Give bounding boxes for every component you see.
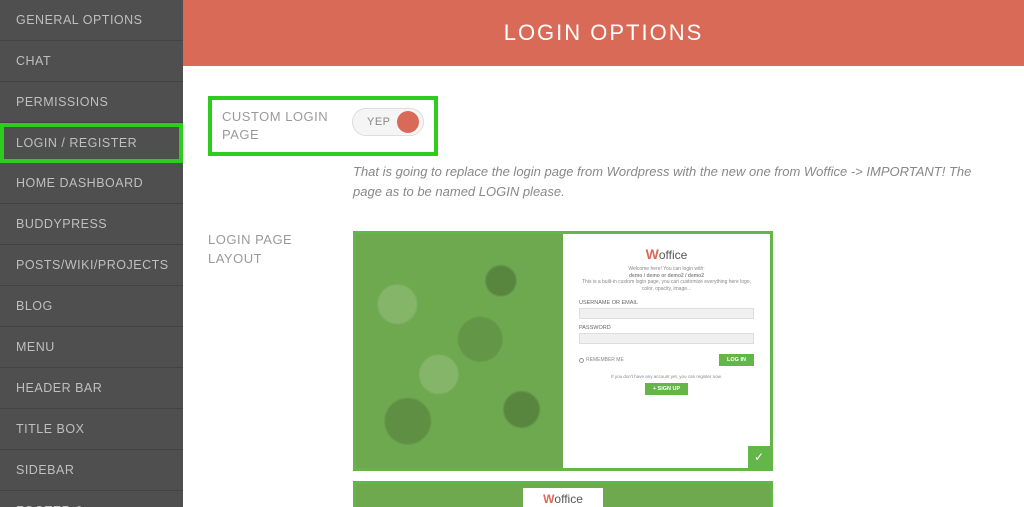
preview-welcome: Welcome here! You can login with: demo /… [579,266,754,292]
settings-sidebar: GENERAL OPTIONS CHAT PERMISSIONS LOGIN /… [0,0,183,507]
toggle-text: YEP [367,116,391,128]
woffice-logo-2: Woffice [543,492,583,506]
preview-login-button: LOG IN [719,354,754,366]
preview-remember: REMEMBER ME [579,357,624,363]
preview-username-input [579,308,754,319]
custom-login-description: That is going to replace the login page … [353,162,999,201]
layout-previews: Woffice Welcome here! You can login with… [353,231,773,507]
layout-option-row: LOGIN PAGE LAYOUT Woffice Welcome here! … [208,231,999,507]
layout-label: LOGIN PAGE LAYOUT [208,231,338,267]
toggle-knob [397,111,419,133]
layout-preview-1[interactable]: Woffice Welcome here! You can login with… [353,231,773,471]
sidebar-item-home-dashboard[interactable]: HOME DASHBOARD [0,163,183,204]
selected-check-icon: ✓ [748,446,770,468]
sidebar-item-login-register[interactable]: LOGIN / REGISTER [0,123,183,163]
sidebar-item-title-box[interactable]: TITLE BOX [0,409,183,450]
sidebar-item-menu[interactable]: MENU [0,327,183,368]
sidebar-item-chat[interactable]: CHAT [0,41,183,82]
preview-signup-text: If you don't have any account yet, you c… [611,374,722,379]
page-title: LOGIN OPTIONS [183,0,1024,66]
custom-login-option: CUSTOM LOGIN PAGE YEP [208,96,438,156]
sidebar-item-footer[interactable]: FOOTER & EXTRAFOOTER [0,491,183,507]
sidebar-item-sidebar[interactable]: SIDEBAR [0,450,183,491]
preview-image-side [356,234,563,468]
custom-login-label: CUSTOM LOGIN PAGE [222,108,352,144]
main-panel: LOGIN OPTIONS CUSTOM LOGIN PAGE YEP That… [183,0,1024,507]
preview-username-label: USERNAME OR EMAIL [579,300,638,306]
preview-signup-button: + SIGN UP [645,383,688,395]
preview-password-label: PASSWORD [579,325,611,331]
sidebar-item-blog[interactable]: BLOG [0,286,183,327]
sidebar-item-buddypress[interactable]: BUDDYPRESS [0,204,183,245]
custom-login-toggle[interactable]: YEP [352,108,424,136]
sidebar-item-header-bar[interactable]: HEADER BAR [0,368,183,409]
sidebar-item-posts-wiki-projects[interactable]: POSTS/WIKI/PROJECTS [0,245,183,286]
sidebar-item-permissions[interactable]: PERMISSIONS [0,82,183,123]
layout-preview-2[interactable]: Woffice [353,481,773,507]
preview-form-side: Woffice Welcome here! You can login with… [563,234,770,468]
sidebar-item-general[interactable]: GENERAL OPTIONS [0,0,183,41]
content-area: CUSTOM LOGIN PAGE YEP That is going to r… [183,66,1024,507]
woffice-logo: Woffice [646,246,688,262]
preview-password-input [579,333,754,344]
